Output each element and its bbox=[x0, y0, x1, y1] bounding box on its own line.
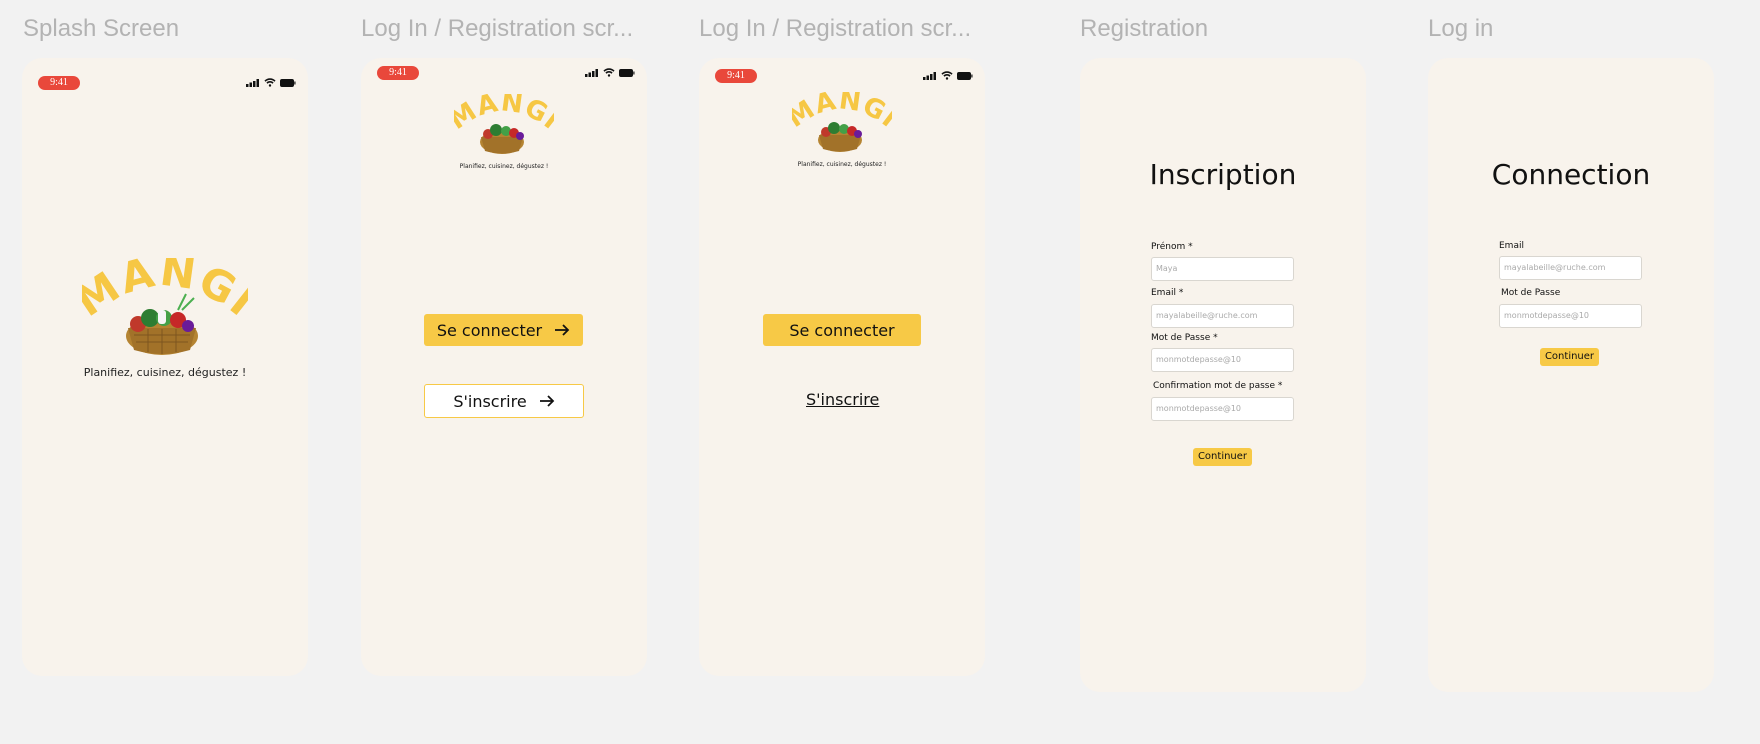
battery-icon bbox=[957, 71, 973, 80]
firstname-label: Prénom * bbox=[1151, 242, 1193, 252]
firstname-input[interactable]: Maya bbox=[1151, 257, 1294, 281]
register-continue-button[interactable]: Continuer bbox=[1193, 448, 1252, 466]
password-input[interactable]: monmotdepasse@10 bbox=[1151, 348, 1294, 372]
status-time: 9:41 bbox=[715, 69, 757, 83]
auth-choice-frame-1: 9:41 MANGI Planifiez, cuisinez, dégustez… bbox=[361, 58, 647, 676]
tagline: Planifiez, cuisinez, dégustez ! bbox=[83, 366, 247, 379]
battery-icon bbox=[280, 78, 296, 87]
frame-title-login-registration-2[interactable]: Log In / Registration scr... bbox=[699, 15, 971, 43]
frame-title-splash[interactable]: Splash Screen bbox=[23, 15, 179, 43]
login-password-label: Mot de Passe bbox=[1501, 288, 1561, 298]
battery-icon bbox=[619, 68, 635, 77]
signal-icon bbox=[246, 78, 259, 87]
wifi-icon bbox=[264, 78, 276, 87]
frame-title-login[interactable]: Log in bbox=[1428, 15, 1493, 43]
status-icons bbox=[585, 68, 635, 77]
frame-title-registration[interactable]: Registration bbox=[1080, 15, 1208, 43]
status-icons bbox=[923, 71, 973, 80]
login-password-input[interactable]: monmotdepasse@10 bbox=[1499, 304, 1642, 328]
mangi-logo: MANGI bbox=[792, 92, 892, 152]
login-frame: Connection Email mayalabeille@ruche.com … bbox=[1428, 58, 1714, 692]
status-time: 9:41 bbox=[38, 76, 80, 90]
login-continue-button[interactable]: Continuer bbox=[1540, 348, 1599, 366]
email-input[interactable]: mayalabeille@ruche.com bbox=[1151, 304, 1294, 328]
status-icons bbox=[246, 78, 296, 87]
confirm-password-label: Confirmation mot de passe * bbox=[1153, 381, 1283, 391]
signal-icon bbox=[585, 68, 598, 77]
arrow-right-icon bbox=[555, 324, 570, 336]
splash-screen-frame: 9:41 MANGI Planifiez, cuisinez, dégustez… bbox=[22, 58, 308, 676]
login-button[interactable]: Se connecter bbox=[763, 314, 921, 346]
signal-icon bbox=[923, 71, 936, 80]
login-email-input[interactable]: mayalabeille@ruche.com bbox=[1499, 256, 1642, 280]
arrow-right-icon bbox=[539, 395, 554, 407]
confirm-password-input[interactable]: monmotdepasse@10 bbox=[1151, 397, 1294, 421]
email-label: Email * bbox=[1151, 288, 1184, 298]
status-time: 9:41 bbox=[377, 66, 419, 80]
login-button-label: Se connecter bbox=[789, 320, 895, 340]
signup-button[interactable]: S'inscrire bbox=[424, 384, 584, 418]
mangi-logo: MANGI bbox=[454, 94, 554, 154]
login-button[interactable]: Se connecter bbox=[424, 314, 583, 346]
registration-frame: Inscription Prénom * Maya Email * mayala… bbox=[1080, 58, 1366, 692]
signup-link[interactable]: S'inscrire bbox=[806, 390, 879, 409]
wifi-icon bbox=[941, 71, 953, 80]
mangi-logo: MANGI bbox=[82, 258, 248, 355]
wifi-icon bbox=[603, 68, 615, 77]
password-label: Mot de Passe * bbox=[1151, 333, 1218, 343]
tagline: Planifiez, cuisinez, dégustez ! bbox=[459, 163, 549, 170]
frame-title-login-registration-1[interactable]: Log In / Registration scr... bbox=[361, 15, 633, 43]
auth-choice-frame-2: 9:41 MANGI Planifiez, cuisinez, dégustez… bbox=[699, 58, 985, 676]
login-heading: Connection bbox=[1491, 158, 1651, 191]
tagline: Planifiez, cuisinez, dégustez ! bbox=[797, 161, 887, 168]
login-button-label: Se connecter bbox=[436, 320, 543, 340]
signup-button-label: S'inscrire bbox=[453, 391, 527, 411]
login-email-label: Email bbox=[1499, 241, 1524, 251]
registration-heading: Inscription bbox=[1149, 158, 1297, 191]
